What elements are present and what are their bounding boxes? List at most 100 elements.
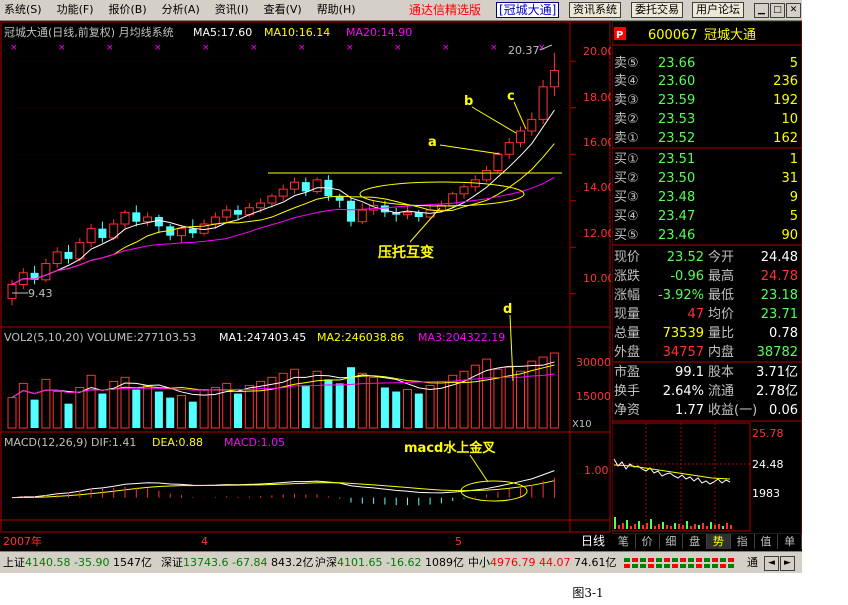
macd-tick: 1.00 bbox=[584, 464, 609, 477]
stat-label-pct: 涨幅 bbox=[614, 288, 640, 303]
candle-up bbox=[482, 170, 492, 181]
kline-chart[interactable]: × × × × × × × × × × × × 冠城大通(日线,前复权) 月均线系统 MA5:17.6… bbox=[0, 21, 611, 548]
ma10-line bbox=[11, 143, 555, 285]
minimize-icon[interactable]: ▁ bbox=[754, 3, 769, 18]
menu-items: 系统(S) 功能(F) 报价(B) 分析(A) 资讯(I) 查看(V) 帮助(H… bbox=[4, 3, 371, 17]
ticker-square bbox=[688, 558, 694, 562]
y-tick-18: 18.00 bbox=[583, 91, 611, 104]
status-sz[interactable]: 深证13743.6 -67.84 843.2亿 bbox=[161, 556, 313, 570]
candle-up bbox=[7, 283, 17, 299]
volume-bar-down bbox=[98, 393, 107, 428]
ticker-square bbox=[720, 564, 726, 568]
tab-trend[interactable]: 势 bbox=[707, 534, 731, 549]
volume-bar-down bbox=[30, 399, 39, 428]
annotation-d: d bbox=[503, 302, 512, 317]
sell1-label: 卖① bbox=[614, 131, 639, 146]
x-label-2007: 2007年 bbox=[3, 534, 42, 548]
tab-order[interactable]: 单 bbox=[778, 534, 802, 549]
volume-bar-up bbox=[244, 384, 254, 429]
menu-system[interactable]: 系统(S) bbox=[4, 3, 42, 17]
stat-label-eps: 收益(一) bbox=[708, 403, 757, 418]
stat-label-shares: 股本 bbox=[708, 365, 734, 380]
top-marker: × bbox=[202, 43, 210, 53]
top-marker: × bbox=[154, 43, 162, 53]
ticker-square bbox=[672, 558, 678, 562]
close-icon[interactable]: ✕ bbox=[786, 3, 801, 18]
ticker-square bbox=[720, 558, 726, 562]
vol-ma1-label: MA1:247403.45 bbox=[219, 331, 306, 344]
current-stock-label[interactable]: [冠城大通] bbox=[496, 2, 560, 18]
buy1-price: 23.51 bbox=[658, 152, 695, 167]
trade-button[interactable]: 委托交易 bbox=[631, 2, 683, 18]
tab-book[interactable]: 盘 bbox=[683, 534, 707, 549]
menu-view[interactable]: 查看(V) bbox=[264, 3, 302, 17]
p-badge-letter: P bbox=[616, 30, 623, 41]
macd-macd-label: MACD:1.05 bbox=[224, 436, 285, 449]
chart-title: 冠城大通(日线,前复权) 月均线系统 bbox=[4, 25, 174, 39]
ticker-square bbox=[672, 564, 678, 568]
menu-quote[interactable]: 报价(B) bbox=[109, 3, 147, 17]
candle-down bbox=[64, 251, 73, 259]
buy1-vol: 1 bbox=[790, 152, 798, 167]
buy1-label: 买① bbox=[614, 152, 639, 167]
quote-tabs: 笔 价 细 盘 势 指 值 单 bbox=[612, 534, 802, 549]
status-left-arrow-icon[interactable]: ◄ bbox=[764, 556, 779, 571]
volume-bar-up bbox=[549, 352, 559, 429]
sell2-price: 23.53 bbox=[658, 112, 695, 127]
status-sh[interactable]: 上证4140.58 -35.90 1547亿 bbox=[3, 556, 152, 570]
tab-detail[interactable]: 细 bbox=[659, 534, 684, 549]
status-end-label[interactable]: 通 bbox=[747, 556, 758, 570]
tab-index[interactable]: 指 bbox=[730, 534, 755, 549]
ticker-square bbox=[704, 564, 710, 568]
info-system-button[interactable]: 资讯系统 bbox=[569, 2, 621, 18]
stat-value-volratio: 0.78 bbox=[769, 326, 798, 341]
volume-bar-down bbox=[188, 401, 197, 428]
candle-up bbox=[222, 209, 232, 218]
status-hs[interactable]: 沪深4101.65 -16.62 1089亿 bbox=[315, 556, 464, 570]
candle-up bbox=[516, 130, 525, 144]
candle-down bbox=[301, 182, 310, 192]
stat-value-shares: 3.71亿 bbox=[756, 365, 798, 380]
annotation-support-resistance: 压托互变 bbox=[378, 244, 434, 261]
tab-value[interactable]: 值 bbox=[754, 534, 779, 549]
menu-info[interactable]: 资讯(I) bbox=[215, 3, 249, 17]
x-label-4: 4 bbox=[201, 535, 208, 548]
menu-help[interactable]: 帮助(H) bbox=[317, 3, 356, 17]
status-zx[interactable]: 中小4976.79 44.07 74.61亿 bbox=[468, 556, 617, 570]
stat-label-high: 最高 bbox=[708, 268, 734, 284]
volume-bar-down bbox=[324, 379, 333, 428]
vol-unit: X10 bbox=[572, 419, 592, 430]
status-hs-label: 沪深 bbox=[315, 556, 337, 569]
sell5-price: 23.66 bbox=[658, 56, 695, 71]
candles bbox=[7, 52, 559, 306]
tab-price[interactable]: 价 bbox=[635, 534, 660, 549]
top-marker: × bbox=[442, 43, 450, 53]
status-sz-label: 深证 bbox=[161, 556, 183, 569]
buy5-price: 23.46 bbox=[658, 228, 695, 243]
top-marker: × bbox=[58, 43, 66, 53]
quote-code: 600067 bbox=[648, 28, 698, 43]
stat-value-curvol: 47 bbox=[687, 307, 704, 322]
chart-grid: × × × × × × × × × × × × bbox=[0, 21, 611, 533]
period-label[interactable]: 日线 bbox=[581, 534, 605, 548]
volume-bar-down bbox=[166, 397, 175, 428]
status-right-arrow-icon[interactable]: ► bbox=[780, 556, 795, 571]
volume-bar-up bbox=[7, 397, 17, 429]
quote-name: 冠城大通 bbox=[704, 28, 756, 43]
menu-analysis[interactable]: 分析(A) bbox=[162, 3, 200, 17]
annotations bbox=[12, 44, 562, 502]
volume-bar-up bbox=[75, 386, 85, 429]
maximize-icon[interactable]: □ bbox=[770, 3, 785, 18]
sell1-price: 23.52 bbox=[658, 131, 695, 146]
ticker-square bbox=[648, 558, 654, 562]
ticker-square bbox=[728, 558, 734, 562]
tab-trades[interactable]: 笔 bbox=[612, 534, 636, 549]
forum-button[interactable]: 用户论坛 bbox=[692, 2, 744, 18]
stat-value-inner: 38782 bbox=[757, 345, 798, 360]
status-sh-change: -35.90 bbox=[74, 556, 110, 569]
menu-function[interactable]: 功能(F) bbox=[57, 3, 94, 17]
stat-label-open: 今开 bbox=[708, 249, 734, 265]
top-marker: × bbox=[298, 43, 306, 53]
ticker-square bbox=[728, 564, 734, 568]
ticker-square bbox=[704, 558, 710, 562]
